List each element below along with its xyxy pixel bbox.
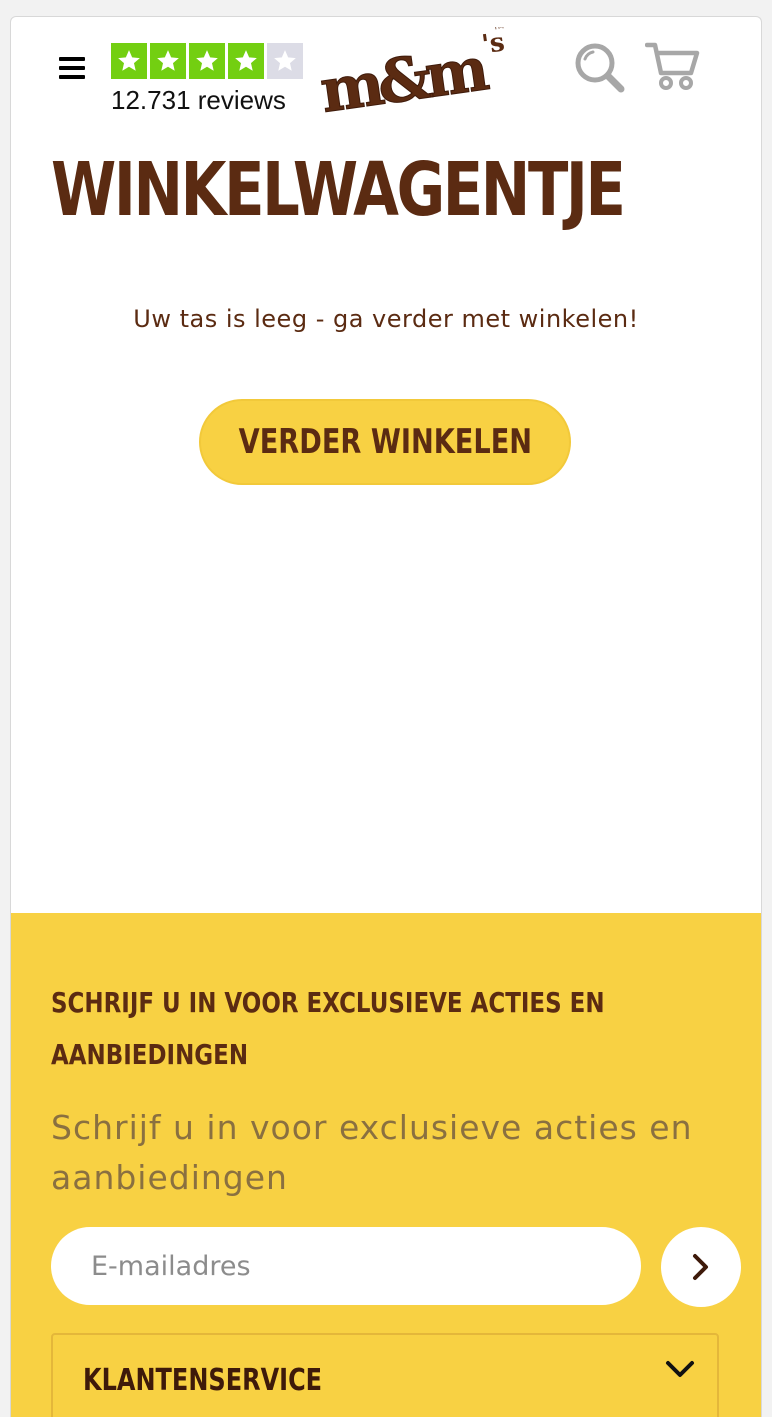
newsletter-description: Schrijf u in voor exclusieve acties en a… (51, 1108, 693, 1197)
svg-text:'s: 's (480, 27, 507, 60)
star-icon (150, 43, 186, 79)
site-header: 12.731 reviews m&m 's TM (11, 17, 761, 127)
mms-logo[interactable]: m&m 's TM (315, 27, 515, 117)
menu-icon[interactable] (59, 57, 85, 79)
star-icon (111, 43, 147, 79)
continue-shopping-button[interactable]: VERDER WINKELEN (199, 399, 571, 485)
chevron-right-icon (693, 1254, 708, 1280)
trustpilot-stars[interactable] (111, 43, 303, 79)
empty-cart-message: Uw tas is leeg - ga verder met winkelen! (133, 305, 639, 333)
customer-service-accordion[interactable]: KLANTENSERVICE (51, 1333, 719, 1417)
search-icon[interactable] (573, 41, 625, 93)
email-field[interactable] (51, 1227, 641, 1305)
reviews-count[interactable]: 12.731 reviews (111, 85, 286, 116)
newsletter-heading-line: SCHRIJF U IN VOOR EXCLUSIEVE ACTIES EN (51, 986, 605, 1019)
cart-icon[interactable] (645, 39, 701, 93)
star-empty-icon (267, 43, 303, 79)
site-footer: SCHRIJF U IN VOOR EXCLUSIEVE ACTIES EN A… (11, 913, 761, 1417)
page-title: WINKELWAGENTJE (51, 147, 626, 233)
newsletter-heading-line: AANBIEDINGEN (51, 1038, 249, 1071)
star-icon (189, 43, 225, 79)
accordion-label: KLANTENSERVICE (83, 1363, 323, 1398)
newsletter-heading: SCHRIJF U IN VOOR EXCLUSIEVE ACTIES EN A… (51, 977, 609, 1081)
star-icon (228, 43, 264, 79)
continue-shopping-label: VERDER WINKELEN (238, 422, 532, 462)
page-frame: 12.731 reviews m&m 's TM WINKELWAGENTJE … (10, 16, 762, 1417)
chevron-down-icon (666, 1361, 694, 1377)
svg-text:m&m: m&m (316, 34, 493, 117)
newsletter-submit-button[interactable] (661, 1227, 741, 1307)
